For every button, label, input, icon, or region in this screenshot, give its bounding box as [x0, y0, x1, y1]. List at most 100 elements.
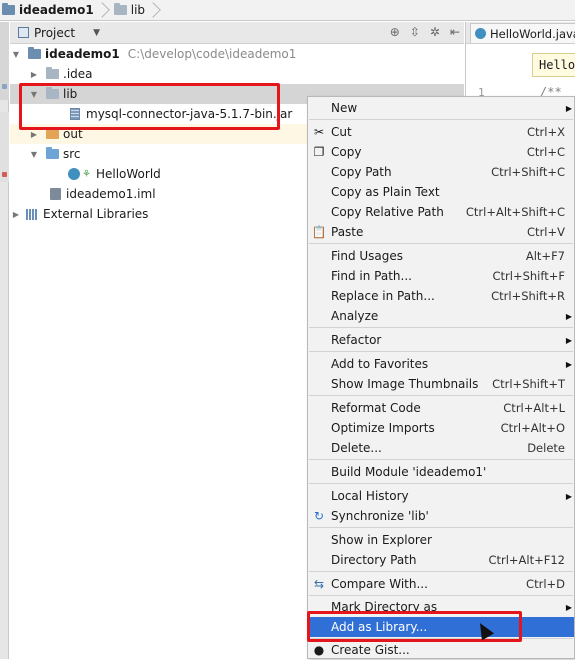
expand-arrow-icon[interactable]: ▶ [10, 210, 22, 219]
menu-item-copy-path[interactable]: Copy Path Ctrl+Shift+C [308, 162, 574, 182]
menu-item-optimize-imports[interactable]: Optimize Imports Ctrl+Alt+O [308, 418, 574, 438]
scissors-icon: ✂ [313, 125, 325, 139]
menu-item-label: Compare With... [331, 577, 428, 591]
menu-separator [309, 595, 573, 596]
menu-item-show-in-explorer[interactable]: Show in Explorer [308, 530, 574, 550]
expand-arrow-icon[interactable]: ▼ [28, 150, 40, 159]
submenu-arrow-icon: ▶ [565, 103, 572, 113]
menu-item-delete[interactable]: Delete... Delete [308, 438, 574, 458]
menu-item-label: Paste [331, 225, 364, 239]
menu-item-copy-plain-text[interactable]: Copy as Plain Text [308, 182, 574, 202]
menu-item-synchronize[interactable]: ↻ Synchronize 'lib' [308, 506, 574, 526]
submenu-arrow-icon: ▶ [565, 359, 572, 369]
sync-icon: ↻ [313, 509, 325, 523]
menu-item-refactor[interactable]: Refactor ▶ [308, 330, 574, 350]
folder-icon [113, 3, 127, 15]
menu-item-cut[interactable]: ✂ Cut Ctrl+X [308, 122, 574, 142]
menu-shortcut: Ctrl+Alt+F12 [488, 553, 565, 567]
menu-item-label: Find Usages [331, 249, 404, 263]
menu-item-find-usages[interactable]: Find Usages Alt+F7 [308, 246, 574, 266]
menu-separator [309, 527, 573, 528]
context-menu: New ▶ ✂ Cut Ctrl+X ❐ Copy Ctrl+C Copy Pa… [307, 96, 575, 659]
breadcrumb-item-lib[interactable]: lib [106, 0, 149, 21]
breadcrumb-item-project[interactable]: ideademo1 [0, 0, 98, 21]
hide-panel-icon[interactable]: ⇤ [450, 25, 460, 39]
menu-item-label: Reformat Code [331, 401, 421, 415]
menu-shortcut: Ctrl+Alt+Shift+C [465, 205, 565, 219]
menu-item-replace-in-path[interactable]: Replace in Path... Ctrl+Shift+R [308, 286, 574, 306]
menu-item-directory-path[interactable]: Directory Path Ctrl+Alt+F12 [308, 550, 574, 570]
menu-item-label: Show Image Thumbnails [331, 377, 479, 391]
menu-shortcut: Ctrl+Shift+F [492, 269, 566, 283]
tab-label: HelloWorld.java [490, 26, 575, 41]
menu-separator [309, 483, 573, 484]
menu-item-find-in-path[interactable]: Find in Path... Ctrl+Shift+F [308, 266, 574, 286]
menu-item-label: Synchronize 'lib' [331, 509, 429, 523]
menu-shortcut: Alt+F7 [525, 249, 565, 263]
menu-item-label: Copy as Plain Text [331, 185, 440, 199]
chevron-down-icon: ▼ [93, 27, 100, 38]
expand-arrow-icon[interactable]: ▶ [28, 130, 40, 139]
paste-icon: 📋 [311, 225, 327, 239]
menu-shortcut: Delete [527, 441, 565, 455]
expand-arrow-icon[interactable]: ▼ [10, 50, 22, 59]
menu-item-analyze[interactable]: Analyze ▶ [308, 306, 574, 326]
menu-item-copy[interactable]: ❐ Copy Ctrl+C [308, 142, 574, 162]
menu-separator [309, 395, 573, 396]
editor-tab-bar: HelloWorld.java [465, 22, 575, 44]
menu-item-local-history[interactable]: Local History ▶ [308, 486, 574, 506]
menu-shortcut: Ctrl+D [526, 577, 565, 591]
structure-tool-icon [2, 172, 7, 177]
scroll-from-source-icon[interactable]: ⊕ [390, 25, 400, 39]
menu-item-show-image-thumbnails[interactable]: Show Image Thumbnails Ctrl+Shift+T [308, 374, 574, 394]
menu-item-label: Find in Path... [331, 269, 412, 283]
submenu-arrow-icon: ▶ [565, 311, 572, 321]
tree-item-label: .idea [63, 67, 93, 81]
menu-item-build-module[interactable]: Build Module 'ideademo1' [308, 462, 574, 482]
compare-icon: ⇆ [313, 577, 325, 591]
menu-separator [309, 327, 573, 328]
menu-item-new[interactable]: New ▶ [308, 98, 574, 118]
submenu-arrow-icon: ▶ [565, 602, 572, 612]
project-view-selector[interactable]: Project ▼ [18, 26, 100, 40]
menu-separator [309, 459, 573, 460]
collapse-all-icon[interactable]: ⇳ [410, 25, 420, 39]
java-class-icon [475, 28, 486, 39]
expand-arrow-icon[interactable]: ▶ [28, 70, 40, 79]
menu-item-paste[interactable]: 📋 Paste Ctrl+V [308, 222, 574, 242]
gear-icon[interactable]: ✲ [430, 25, 440, 39]
menu-item-create-gist[interactable]: ● Create Gist... [308, 640, 574, 660]
menu-separator [309, 351, 573, 352]
menu-item-copy-relative-path[interactable]: Copy Relative Path Ctrl+Alt+Shift+C [308, 202, 574, 222]
menu-item-add-to-favorites[interactable]: Add to Favorites ▶ [308, 354, 574, 374]
github-icon: ● [313, 643, 325, 657]
folder-icon [46, 127, 59, 139]
tree-item-label: HelloWorld [95, 167, 161, 181]
menu-item-label: Show in Explorer [331, 533, 432, 547]
source-folder-icon [46, 147, 59, 159]
menu-shortcut: Ctrl+X [527, 125, 565, 139]
menu-item-label: Add to Favorites [331, 357, 429, 371]
module-path-hint: C:\develop\code\ideademo1 [127, 47, 297, 61]
menu-item-compare-with[interactable]: ⇆ Compare With... Ctrl+D [308, 574, 574, 594]
folder-icon [46, 67, 59, 79]
menu-shortcut: Ctrl+V [527, 225, 565, 239]
menu-item-reformat-code[interactable]: Reformat Code Ctrl+Alt+L [308, 398, 574, 418]
left-tool-window-strip [0, 22, 9, 659]
project-panel-title: Project [34, 25, 76, 40]
tree-item-label: ideademo1.iml [66, 187, 156, 201]
menu-separator [309, 243, 573, 244]
menu-shortcut: Ctrl+Shift+C [491, 165, 565, 179]
module-folder-icon [2, 3, 15, 15]
external-libraries-icon [26, 208, 38, 220]
module-file-icon [50, 188, 61, 200]
tree-item-idea[interactable]: ▶ .idea [10, 64, 464, 84]
menu-item-label: Cut [331, 125, 352, 139]
tab-helloworld-java[interactable]: HelloWorld.java [470, 23, 575, 43]
navigation-breadcrumb: ideademo1 lib [0, 0, 575, 21]
breadcrumb-separator [149, 0, 157, 21]
editor-code-snippet: Hello [532, 53, 575, 77]
submenu-arrow-icon: ▶ [565, 335, 572, 345]
menu-item-label: Build Module 'ideademo1' [331, 465, 487, 479]
tree-item-ideademo1[interactable]: ▼ ideademo1 C:\develop\code\ideademo1 [10, 44, 464, 64]
